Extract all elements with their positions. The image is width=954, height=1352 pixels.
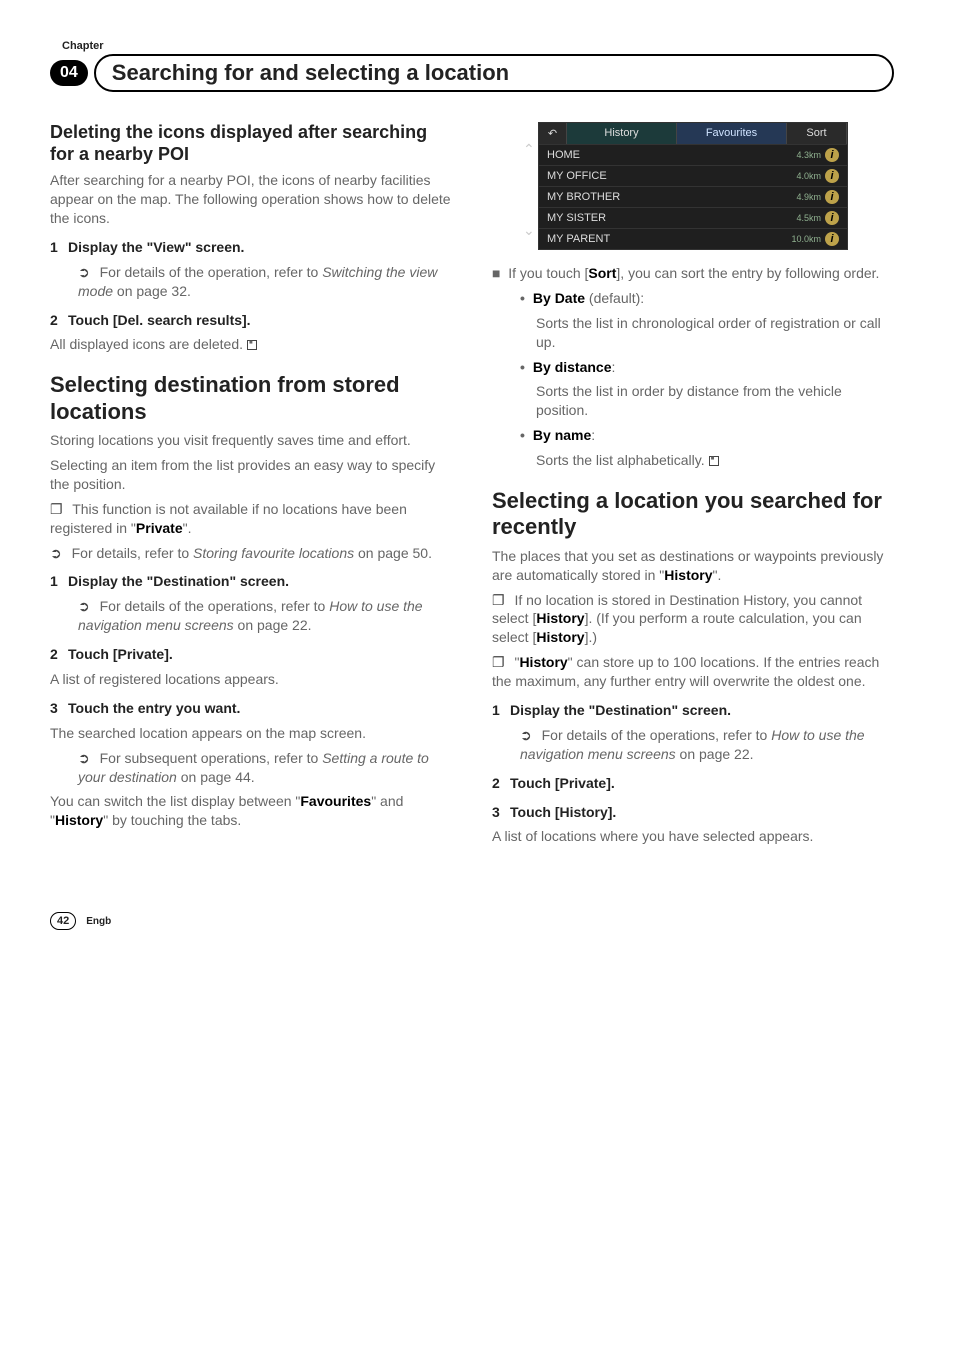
sel-tail: You can switch the list display between … <box>50 792 452 830</box>
end-mark-icon <box>247 340 257 350</box>
chapter-number-badge: 04 <box>50 60 88 86</box>
distance-label: 4.5km <box>796 213 821 223</box>
list-item-label: MY PARENT <box>547 233 610 245</box>
delete-icons-intro: After searching for a nearby POI, the ic… <box>50 171 452 228</box>
scroll-up-icon: ⌃ <box>523 141 535 158</box>
step-1-ref: For details of the operation, refer to S… <box>78 263 452 301</box>
list-item[interactable]: HOME 4.3km i <box>539 144 847 165</box>
distance-label: 4.9km <box>796 192 821 202</box>
recent-note2: "History" can store up to 100 locations.… <box>492 653 894 691</box>
distance-label: 4.0km <box>796 171 821 181</box>
page-footer: 42 Engb <box>50 912 894 930</box>
history-tab[interactable]: History <box>567 123 677 144</box>
chapter-title: Searching for and selecting a location <box>94 54 894 92</box>
sort-button[interactable]: Sort <box>787 123 847 144</box>
sel-step3: 3Touch the entry you want. <box>50 699 452 718</box>
favourites-screenshot: ⌃ ⌄ ↶ History Favourites Sort HOME 4.3km… <box>538 122 848 250</box>
list-item-label: MY SISTER <box>547 212 606 224</box>
info-icon[interactable]: i <box>825 211 839 225</box>
recent-step2: 2Touch [Private]. <box>492 774 894 793</box>
sort-by-name: By name: <box>520 426 894 445</box>
sel-note1: This function is not available if no loc… <box>50 500 452 538</box>
chapter-header: 04 Searching for and selecting a locatio… <box>50 54 894 92</box>
sel-step1-ref: For details of the operations, refer to … <box>78 597 452 635</box>
sel-step3-ref: For subsequent operations, refer to Sett… <box>78 749 452 787</box>
distance-label: 10.0km <box>791 234 821 244</box>
list-item[interactable]: MY BROTHER 4.9km i <box>539 186 847 207</box>
recent-step1: 1Display the "Destination" screen. <box>492 701 894 720</box>
list-item[interactable]: MY SISTER 4.5km i <box>539 207 847 228</box>
recent-location-heading: Selecting a location you searched for re… <box>492 488 894 541</box>
list-item-label: MY OFFICE <box>547 170 607 182</box>
favourites-tab[interactable]: Favourites <box>677 123 787 144</box>
info-icon[interactable]: i <box>825 169 839 183</box>
end-mark-icon <box>709 456 719 466</box>
sort-by-date: By Date (default): <box>520 289 894 308</box>
list-item-label: MY BROTHER <box>547 191 620 203</box>
list-item-label: HOME <box>547 149 580 161</box>
right-column: ⌃ ⌄ ↶ History Favourites Sort HOME 4.3km… <box>492 122 894 852</box>
recent-step1-ref: For details of the operations, refer to … <box>520 726 894 764</box>
list-item[interactable]: MY PARENT 10.0km i <box>539 228 847 249</box>
sel-p1: Storing locations you visit frequently s… <box>50 431 452 450</box>
sort-by-name-body: Sorts the list alphabetically. <box>536 451 894 470</box>
recent-step3-body: A list of locations where you have selec… <box>492 827 894 846</box>
scroll-down-icon: ⌄ <box>523 222 535 239</box>
sel-step3-body: The searched location appears on the map… <box>50 724 452 743</box>
recent-note1: If no location is stored in Destination … <box>492 591 894 648</box>
sel-step2: 2Touch [Private]. <box>50 645 452 664</box>
sort-by-distance: By distance: <box>520 358 894 377</box>
left-column: Deleting the icons displayed after searc… <box>50 122 452 852</box>
page-number: 42 <box>50 912 76 930</box>
delete-icons-heading: Deleting the icons displayed after searc… <box>50 122 452 165</box>
distance-label: 4.3km <box>796 150 821 160</box>
footer-lang: Engb <box>86 916 111 927</box>
info-icon[interactable]: i <box>825 148 839 162</box>
step-1-view: 1Display the "View" screen. <box>50 238 452 257</box>
sort-by-distance-body: Sorts the list in order by distance from… <box>536 382 894 420</box>
info-icon[interactable]: i <box>825 190 839 204</box>
sel-p2: Selecting an item from the list provides… <box>50 456 452 494</box>
recent-step3: 3Touch [History]. <box>492 803 894 822</box>
sort-by-date-body: Sorts the list in chronological order of… <box>536 314 894 352</box>
sel-ref1: For details, refer to Storing favourite … <box>50 544 452 563</box>
selecting-destination-heading: Selecting destination from stored locati… <box>50 372 452 425</box>
chapter-label: Chapter <box>62 40 894 52</box>
sort-intro: ■ If you touch [Sort], you can sort the … <box>492 264 894 283</box>
back-icon[interactable]: ↶ <box>539 123 567 144</box>
step-2-body: All displayed icons are deleted. <box>50 335 452 354</box>
sel-step1: 1Display the "Destination" screen. <box>50 572 452 591</box>
recent-p1: The places that you set as destinations … <box>492 547 894 585</box>
info-icon[interactable]: i <box>825 232 839 246</box>
list-item[interactable]: MY OFFICE 4.0km i <box>539 165 847 186</box>
step-2-del-search: 2Touch [Del. search results]. <box>50 311 452 330</box>
sel-step2-body: A list of registered locations appears. <box>50 670 452 689</box>
